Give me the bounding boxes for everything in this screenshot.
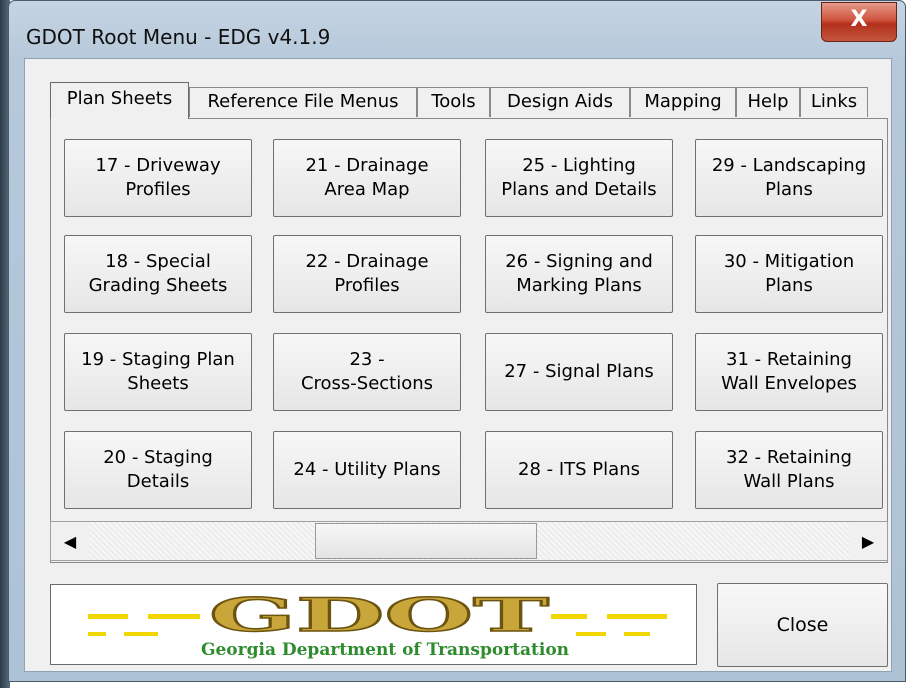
tab-links[interactable]: Links xyxy=(800,87,868,117)
gdot-logo: GDOT Georgia Department of Transportatio… xyxy=(50,584,697,665)
scroll-right-arrow-icon[interactable]: ▶ xyxy=(849,522,887,560)
tab-design-aids[interactable]: Design Aids xyxy=(490,87,630,117)
tab-help[interactable]: Help xyxy=(736,87,800,117)
sheet-25-lighting-plans-button[interactable]: 25 - Lighting Plans and Details xyxy=(485,139,673,217)
window-title: GDOT Root Menu - EDG v4.1.9 xyxy=(26,25,331,49)
sheet-18-special-grading-button[interactable]: 18 - Special Grading Sheets xyxy=(64,235,252,313)
sheet-26-signing-marking-button[interactable]: 26 - Signing and Marking Plans xyxy=(485,235,673,313)
scroll-left-arrow-icon[interactable]: ◀ xyxy=(51,522,89,560)
sheet-28-its-plans-button[interactable]: 28 - ITS Plans xyxy=(485,431,673,509)
tab-mapping[interactable]: Mapping xyxy=(630,87,736,117)
window-close-button[interactable]: X xyxy=(821,2,897,42)
gdot-caption: Georgia Department of Transportation xyxy=(201,640,569,660)
sheet-17-driveway-profiles-button[interactable]: 17 - Driveway Profiles xyxy=(64,139,252,217)
sheet-23-cross-sections-button[interactable]: 23 - Cross-Sections xyxy=(273,333,461,411)
tab-reference-file-menus[interactable]: Reference File Menus xyxy=(189,87,417,117)
sheet-32-retaining-wall-plans-button[interactable]: 32 - Retaining Wall Plans xyxy=(695,431,883,509)
horizontal-scrollbar[interactable]: ◀ ▶ xyxy=(50,521,888,561)
sheet-29-landscaping-plans-button[interactable]: 29 - Landscaping Plans xyxy=(695,139,883,217)
tab-plan-sheets[interactable]: Plan Sheets xyxy=(50,82,189,119)
sheet-30-mitigation-plans-button[interactable]: 30 - Mitigation Plans xyxy=(695,235,883,313)
sheet-22-drainage-profiles-button[interactable]: 22 - Drainage Profiles xyxy=(273,235,461,313)
gdot-logo-graphic: GDOT Georgia Department of Transportatio… xyxy=(88,587,667,660)
sheet-31-retaining-wall-envelopes-button[interactable]: 31 - Retaining Wall Envelopes xyxy=(695,333,883,411)
window-client-area: Plan Sheets Reference File Menus Tools D… xyxy=(24,58,892,672)
sheet-20-staging-details-button[interactable]: 20 - Staging Details xyxy=(64,431,252,509)
sheet-19-staging-plan-button[interactable]: 19 - Staging Plan Sheets xyxy=(64,333,252,411)
app-window: GDOT Root Menu - EDG v4.1.9 X Plan Sheet… xyxy=(8,0,906,682)
sheet-24-utility-plans-button[interactable]: 24 - Utility Plans xyxy=(273,431,461,509)
gdot-wordmark: GDOT xyxy=(209,588,549,642)
sheet-21-drainage-area-map-button[interactable]: 21 - Drainage Area Map xyxy=(273,139,461,217)
tab-tools[interactable]: Tools xyxy=(417,87,490,117)
scrollbar-thumb[interactable] xyxy=(315,523,537,559)
close-button[interactable]: Close xyxy=(717,583,888,667)
sheet-27-signal-plans-button[interactable]: 27 - Signal Plans xyxy=(485,333,673,411)
